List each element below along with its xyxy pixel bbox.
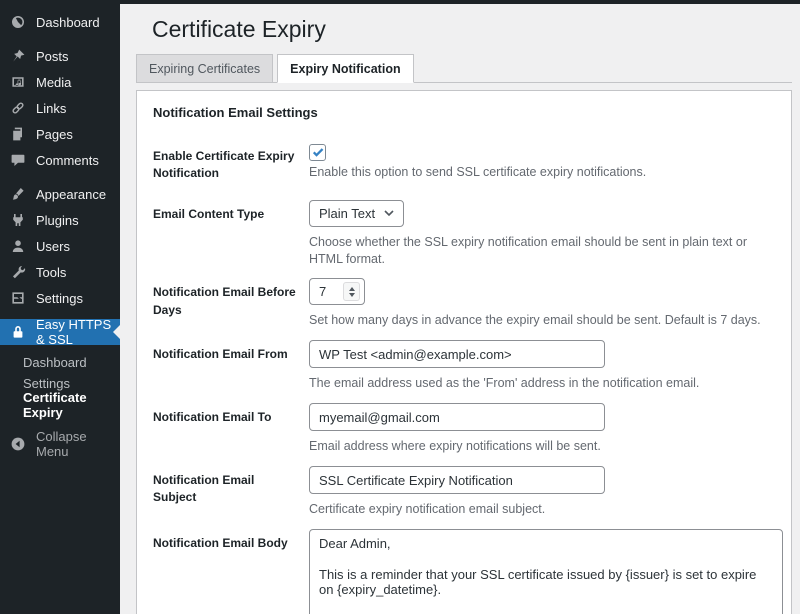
row-email-content-type: Email Content Type Plain Text Choose whe…: [153, 200, 783, 268]
sidebar-item-label: Pages: [36, 127, 73, 142]
dashboard-icon: [9, 14, 26, 31]
main-content: Certificate Expiry Expiring Certificates…: [120, 0, 800, 614]
enable-notification-description: Enable this option to send SSL certifica…: [309, 164, 783, 181]
email-to-label: Notification Email To: [153, 403, 309, 455]
sidebar-item-links[interactable]: Links: [0, 95, 120, 121]
page-title: Certificate Expiry: [152, 15, 800, 45]
email-content-type-label: Email Content Type: [153, 200, 309, 268]
number-spinner[interactable]: [343, 282, 360, 301]
email-to-description: Email address where expiry notifications…: [309, 438, 783, 455]
before-days-input[interactable]: 7: [309, 278, 365, 305]
sidebar-item-label: Easy HTTPS & SSL: [36, 317, 112, 347]
email-subject-description: Certificate expiry notification email su…: [309, 501, 783, 518]
enable-notification-label: Enable Certificate Expiry Notification: [153, 142, 309, 183]
sidebar-item-comments[interactable]: Comments: [0, 147, 120, 173]
sidebar-item-label: Links: [36, 101, 66, 116]
email-to-input[interactable]: [309, 403, 605, 431]
sidebar-item-settings[interactable]: Settings: [0, 285, 120, 311]
sidebar-item-users[interactable]: Users: [0, 233, 120, 259]
enable-notification-checkbox[interactable]: [309, 144, 326, 161]
sidebar-item-pages[interactable]: Pages: [0, 121, 120, 147]
sidebar-item-label: Plugins: [36, 213, 79, 228]
admin-sidebar: Dashboard Posts Media Links Pages: [0, 0, 120, 614]
email-content-type-description: Choose whether the SSL expiry notificati…: [309, 234, 783, 268]
submenu-item-certificate-expiry[interactable]: Certificate Expiry: [0, 394, 120, 415]
email-body-label: Notification Email Body: [153, 529, 309, 614]
email-from-description: The email address used as the 'From' add…: [309, 375, 783, 392]
pushpin-icon: [9, 48, 26, 65]
pages-icon: [9, 126, 26, 143]
wrench-icon: [9, 264, 26, 281]
comment-icon: [9, 152, 26, 169]
sidebar-item-label: Users: [36, 239, 70, 254]
sidebar-item-dashboard[interactable]: Dashboard: [0, 9, 120, 35]
submenu-item-label: Certificate Expiry: [23, 390, 120, 420]
collapse-arrow-icon: [9, 436, 26, 453]
email-body-textarea[interactable]: Dear Admin, This is a reminder that your…: [309, 529, 783, 614]
tab-expiring-certificates[interactable]: Expiring Certificates: [136, 54, 273, 83]
tab-bar: Expiring CertificatesExpiry Notification: [136, 54, 792, 83]
user-icon: [9, 238, 26, 255]
brush-icon: [9, 186, 26, 203]
spinner-down-icon[interactable]: [349, 293, 355, 297]
collapse-menu-button[interactable]: Collapse Menu: [0, 431, 120, 457]
email-subject-label: Notification Email Subject: [153, 466, 309, 518]
sidebar-item-plugins[interactable]: Plugins: [0, 207, 120, 233]
number-value: 7: [310, 284, 343, 299]
select-value: Plain Text: [319, 206, 375, 221]
chevron-down-icon: [384, 210, 394, 216]
row-enable-notification: Enable Certificate Expiry Notification E…: [153, 142, 783, 183]
sidebar-item-label: Comments: [36, 153, 99, 168]
row-email-from: Notification Email From The email addres…: [153, 340, 783, 392]
row-email-subject: Notification Email Subject Certificate e…: [153, 466, 783, 518]
email-from-input[interactable]: [309, 340, 605, 368]
submenu-item-label: Dashboard: [23, 355, 87, 370]
sidebar-item-easy-https-ssl[interactable]: Easy HTTPS & SSL: [0, 319, 120, 345]
row-before-days: Notification Email Before Days 7 Set how…: [153, 278, 783, 329]
sidebar-item-label: Tools: [36, 265, 66, 280]
email-subject-input[interactable]: [309, 466, 605, 494]
sidebar-item-media[interactable]: Media: [0, 69, 120, 95]
row-email-to: Notification Email To Email address wher…: [153, 403, 783, 455]
sidebar-item-tools[interactable]: Tools: [0, 259, 120, 285]
link-icon: [9, 100, 26, 117]
sidebar-item-posts[interactable]: Posts: [0, 43, 120, 69]
settings-icon: [9, 290, 26, 307]
row-email-body: Notification Email Body Dear Admin, This…: [153, 529, 783, 614]
section-heading: Notification Email Settings: [153, 105, 783, 120]
collapse-menu-label: Collapse Menu: [36, 429, 112, 459]
lock-icon: [9, 324, 26, 341]
sidebar-item-label: Media: [36, 75, 71, 90]
sidebar-item-label: Dashboard: [36, 15, 100, 30]
sidebar-item-appearance[interactable]: Appearance: [0, 181, 120, 207]
tab-expiry-notification[interactable]: Expiry Notification: [277, 54, 413, 83]
sidebar-item-label: Settings: [36, 291, 83, 306]
plug-icon: [9, 212, 26, 229]
submenu-item-dashboard[interactable]: Dashboard: [0, 352, 120, 373]
admin-bar: [0, 0, 800, 4]
before-days-description: Set how many days in advance the expiry …: [309, 312, 783, 329]
sidebar-item-label: Appearance: [36, 187, 106, 202]
check-icon: [311, 146, 324, 159]
sidebar-item-label: Posts: [36, 49, 69, 64]
email-content-type-select[interactable]: Plain Text: [309, 200, 404, 227]
before-days-label: Notification Email Before Days: [153, 278, 309, 329]
media-icon: [9, 74, 26, 91]
easy-https-submenu: Dashboard Settings Certificate Expiry: [0, 345, 120, 417]
spinner-up-icon[interactable]: [349, 287, 355, 291]
email-from-label: Notification Email From: [153, 340, 309, 392]
settings-panel: Notification Email Settings Enable Certi…: [136, 90, 792, 614]
